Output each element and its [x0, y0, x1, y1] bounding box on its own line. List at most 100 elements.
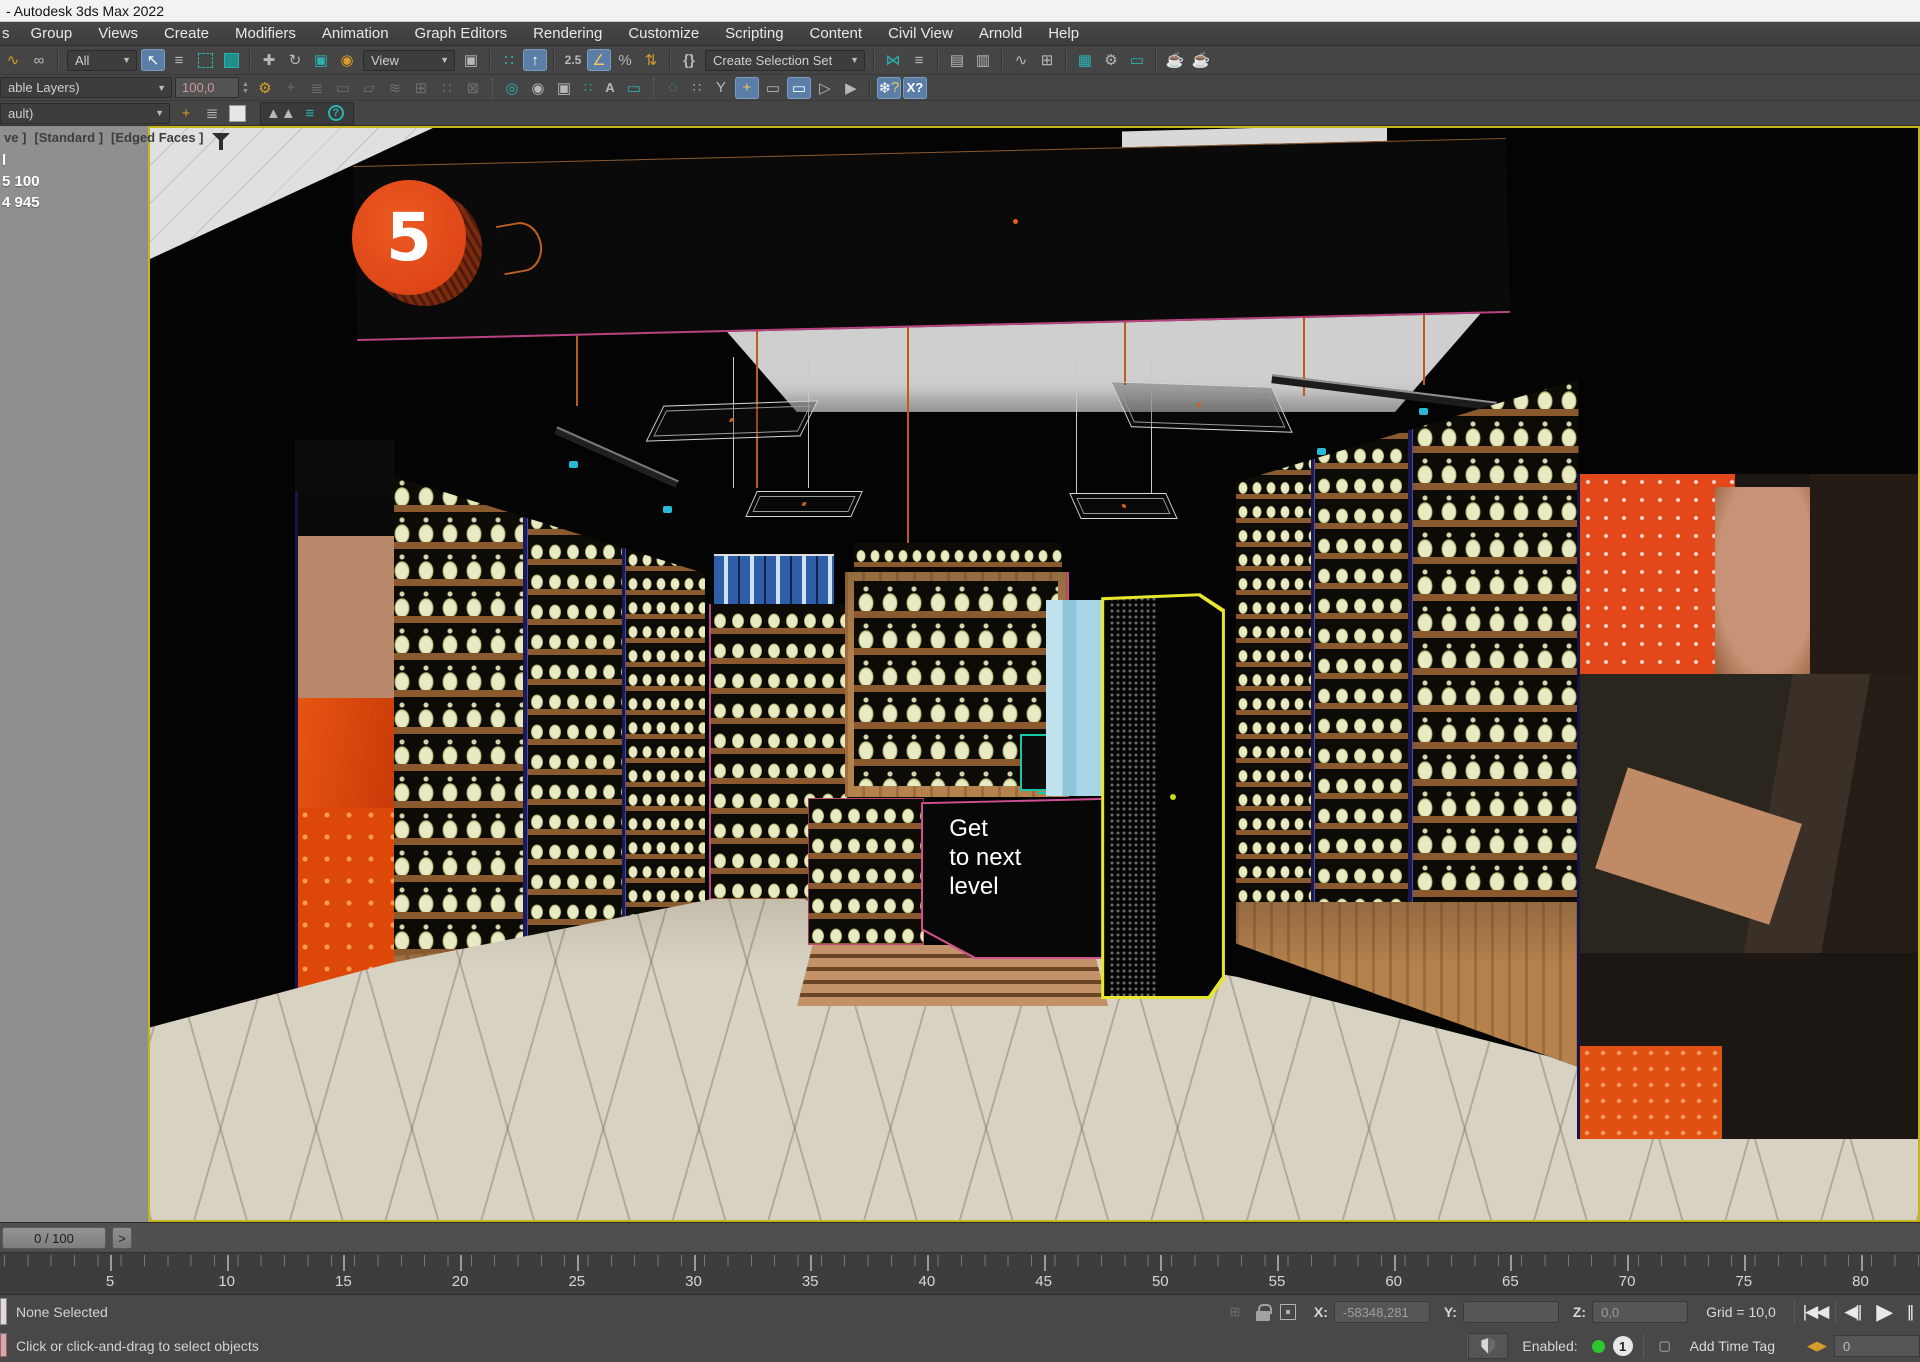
- render-setup-button[interactable]: ⚙: [1099, 49, 1123, 71]
- spinner-arrows[interactable]: ▲▼: [239, 77, 252, 98]
- named-selection-sets-dropdown[interactable]: Create Selection Set ▼: [705, 50, 865, 71]
- select-by-name-button[interactable]: ≡: [167, 49, 191, 71]
- y-coordinate-field[interactable]: [1463, 1301, 1559, 1323]
- previous-frame-button[interactable]: ◀||: [1836, 1302, 1868, 1322]
- menu-item-customize[interactable]: Customize: [615, 22, 712, 45]
- slider-manipulator-icon[interactable]: ▭: [761, 77, 785, 99]
- copy-layer-button[interactable]: ▱: [357, 77, 381, 99]
- soft-selection-icon[interactable]: ◌: [661, 77, 685, 99]
- select-and-scale-button[interactable]: ▣: [309, 49, 333, 71]
- snaps-freeze-button[interactable]: ❄?: [877, 77, 901, 99]
- help-icon[interactable]: ?: [324, 102, 348, 124]
- align-button[interactable]: ≡: [907, 49, 931, 71]
- select-object-button[interactable]: ↖: [141, 49, 165, 71]
- vegetation-icon[interactable]: ▲▲: [266, 102, 296, 124]
- color-swatch[interactable]: [229, 105, 246, 122]
- delete-layer-button[interactable]: ▭: [331, 77, 355, 99]
- menu-item-create[interactable]: Create: [151, 22, 222, 45]
- menu-item-group[interactable]: Group: [18, 22, 86, 45]
- angle-snap-toggle-button[interactable]: ∠: [587, 49, 611, 71]
- select-and-move-button[interactable]: ✚: [257, 49, 281, 71]
- add-time-tag[interactable]: Add Time Tag: [1690, 1338, 1775, 1354]
- reference-coordinate-system-dropdown[interactable]: View ▼: [363, 50, 455, 71]
- isolate-selection-icon[interactable]: ◎: [500, 77, 524, 99]
- create-new-layer-button[interactable]: +: [279, 77, 303, 99]
- x-coordinate-field[interactable]: -58348,281: [1334, 1301, 1430, 1323]
- arrow-filled-icon[interactable]: ▶: [839, 77, 863, 99]
- menu-item-views[interactable]: Views: [85, 22, 151, 45]
- viewport-pov-label[interactable]: ve ]: [4, 130, 26, 145]
- select-and-rotate-button[interactable]: ↻: [283, 49, 307, 71]
- arrow-outline-icon[interactable]: ▷: [813, 77, 837, 99]
- window-crossing-toggle[interactable]: [219, 49, 243, 71]
- play-button[interactable]: ▶: [1868, 1299, 1899, 1325]
- transform-gizmo-icon[interactable]: [1280, 1304, 1296, 1320]
- frame-step-arrows[interactable]: ◀▶: [1807, 1335, 1827, 1357]
- mirror-tool-icon[interactable]: ▣: [552, 77, 576, 99]
- document-icon[interactable]: ≡: [298, 102, 322, 124]
- key-count-badge[interactable]: 1: [1613, 1336, 1633, 1356]
- maxscript-listener-edge[interactable]: [0, 1333, 7, 1357]
- title-bar[interactable]: - Autodesk 3ds Max 2022: [0, 0, 1920, 22]
- select-layer-objects-button[interactable]: ≋: [383, 77, 407, 99]
- layers-stack-icon[interactable]: ≣: [200, 102, 224, 124]
- display-sphere-icon[interactable]: ◉: [526, 77, 550, 99]
- slider-snap-button[interactable]: ▭: [787, 77, 811, 99]
- menu-item-arnold[interactable]: Arnold: [966, 22, 1035, 45]
- rendered-frame-window-button[interactable]: ▭: [1125, 49, 1149, 71]
- select-and-place-button[interactable]: ◉: [335, 49, 359, 71]
- mirror-button[interactable]: ⋈: [881, 49, 905, 71]
- measure-tape-icon[interactable]: ▭: [622, 77, 646, 99]
- spinner-snap-toggle-button[interactable]: ⇅: [639, 49, 663, 71]
- schematic-view-button[interactable]: ⊞: [1035, 49, 1059, 71]
- percent-snap-toggle-button[interactable]: %: [613, 49, 637, 71]
- material-editor-button[interactable]: ▦: [1073, 49, 1097, 71]
- next-frame-playback-button[interactable]: ||: [1899, 1302, 1920, 1322]
- manage-layers-button[interactable]: ⚙: [253, 77, 277, 99]
- selection-filter-dropdown[interactable]: All ▼: [67, 50, 137, 71]
- grid-snap-icon[interactable]: ∷: [687, 77, 707, 99]
- viewport-shading-label[interactable]: [Edged Faces ]: [111, 130, 203, 145]
- edit-named-selection-sets-button[interactable]: {}: [677, 49, 701, 71]
- select-and-manipulate-node-icon[interactable]: ∷: [497, 49, 521, 71]
- viewport-3d-scene[interactable]: 5: [148, 126, 1920, 1222]
- menu-item-civil-view[interactable]: Civil View: [875, 22, 966, 45]
- menu-item-animation[interactable]: Animation: [309, 22, 402, 45]
- default-set-dropdown[interactable]: ault) ▼: [0, 103, 170, 124]
- menu-item-graph-editors[interactable]: Graph Editors: [402, 22, 521, 45]
- unlink-selection-icon[interactable]: ∞: [27, 49, 51, 71]
- menu-item-content[interactable]: Content: [797, 22, 876, 45]
- freeze-layer-button[interactable]: ∷: [435, 77, 459, 99]
- select-and-manipulate-button[interactable]: ↑: [523, 49, 547, 71]
- snaps-toggle-25d-button[interactable]: 2.5: [561, 49, 585, 71]
- render-iterative-button[interactable]: ☕: [1189, 49, 1213, 71]
- select-and-link-icon[interactable]: ∿: [1, 49, 25, 71]
- filter-funnel-icon[interactable]: [212, 133, 230, 142]
- menu-item-help[interactable]: Help: [1035, 22, 1092, 45]
- viewport-label-bar[interactable]: ve ] [Standard ] [Edged Faces ]: [4, 130, 324, 145]
- track-bar[interactable]: 5101520253035404550556065707580: [0, 1252, 1920, 1294]
- z-coordinate-field[interactable]: 0,0: [1592, 1301, 1688, 1323]
- snaps-use-axis-constraints-button[interactable]: +: [735, 77, 759, 99]
- toggle-layer-explorer-button[interactable]: ▥: [971, 49, 995, 71]
- scatter-dots-icon[interactable]: ∷: [578, 77, 598, 99]
- viewport-renderer-label[interactable]: [Standard ]: [34, 130, 103, 145]
- selection-lock-region-icon[interactable]: ⊞: [1225, 1301, 1245, 1323]
- selection-lock-icon[interactable]: [1256, 1311, 1270, 1321]
- menu-item-scripting[interactable]: Scripting: [712, 22, 796, 45]
- autogrid-icon[interactable]: A: [600, 77, 620, 99]
- use-pivot-point-button[interactable]: ▣: [459, 49, 483, 71]
- set-current-layer-button[interactable]: ⊞: [409, 77, 433, 99]
- security-shield-button[interactable]: [1468, 1333, 1508, 1359]
- hide-layer-button[interactable]: ⊠: [461, 77, 485, 99]
- rectangular-selection-region-button[interactable]: [193, 49, 217, 71]
- menu-item-modifiers[interactable]: Modifiers: [222, 22, 309, 45]
- current-frame-field[interactable]: 0: [1834, 1335, 1920, 1357]
- time-slider-handle[interactable]: 0 / 100: [2, 1227, 106, 1249]
- render-production-button[interactable]: ☕: [1163, 49, 1187, 71]
- add-selection-to-layer-button[interactable]: ≣: [305, 77, 329, 99]
- xview-button[interactable]: X?: [903, 77, 927, 99]
- maxscript-listener-edge[interactable]: [0, 1298, 7, 1325]
- active-layer-dropdown[interactable]: able Layers) ▼: [0, 77, 172, 98]
- curve-editor-button[interactable]: ∿: [1009, 49, 1033, 71]
